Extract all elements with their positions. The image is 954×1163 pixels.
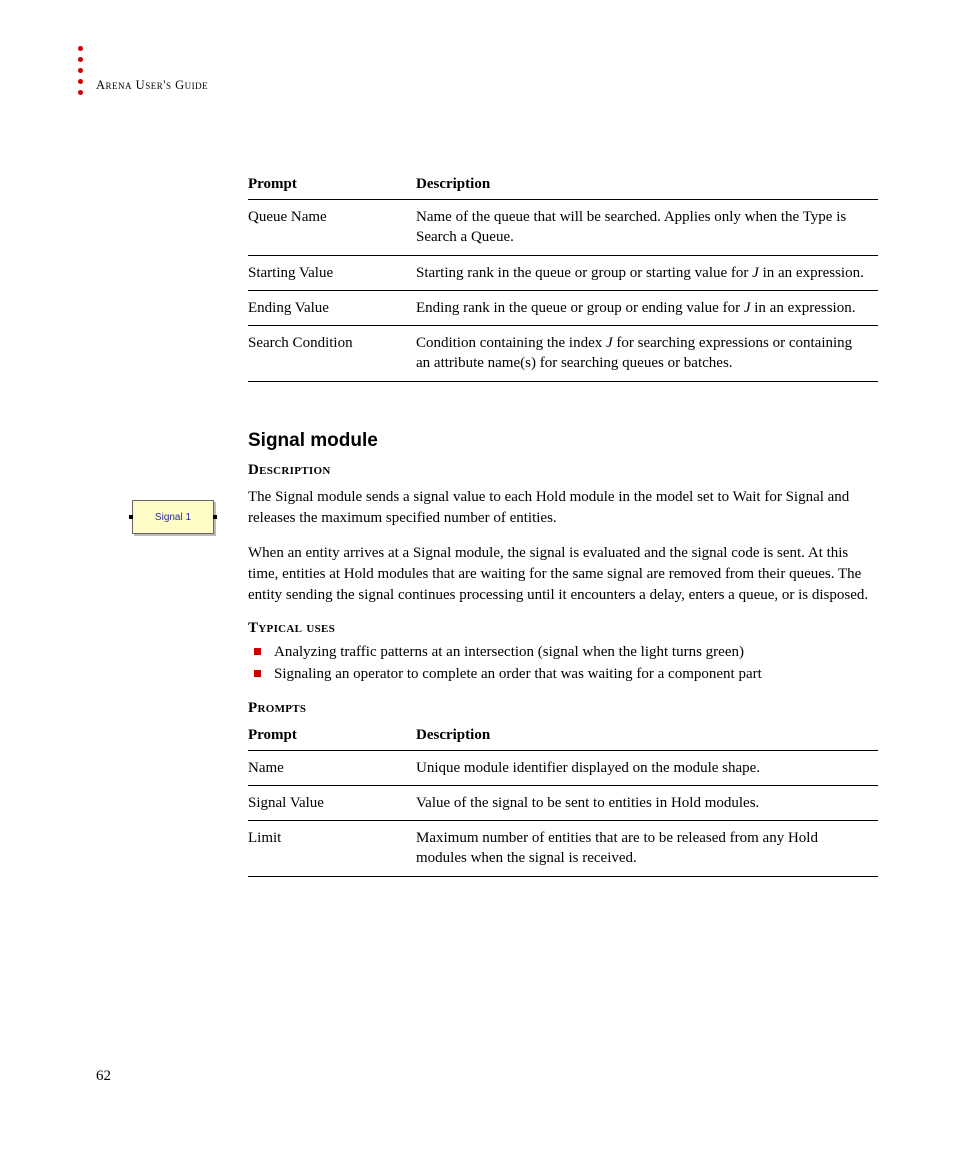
typical-uses-list: Analyzing traffic patterns at an interse… <box>248 641 878 686</box>
prompt-cell: Limit <box>248 821 416 877</box>
description-cell: Starting rank in the queue or group or s… <box>416 255 878 290</box>
table-header-prompt: Prompt <box>248 170 416 200</box>
prompt-cell: Name <box>248 750 416 785</box>
prompts-table-search: Prompt Description Queue Name Name of th… <box>248 170 878 382</box>
section-title-signal-module: Signal module <box>248 430 878 452</box>
signal-module-label: Signal 1 <box>155 512 191 523</box>
table-header-description: Description <box>416 721 878 751</box>
margin-dot <box>78 79 83 84</box>
paragraph-description-2: When an entity arrives at a Signal modul… <box>248 543 878 606</box>
description-cell: Ending rank in the queue or group or end… <box>416 290 878 325</box>
margin-dot <box>78 46 83 51</box>
running-header: Arena User's Guide <box>96 78 208 93</box>
description-cell: Value of the signal to be sent to entiti… <box>416 785 878 820</box>
table-row: Limit Maximum number of entities that ar… <box>248 821 878 877</box>
connection-handle-right <box>213 515 217 519</box>
connection-handle-left <box>129 515 133 519</box>
signal-module-icon: Signal 1 <box>132 500 216 536</box>
description-cell: Condition containing the index J for sea… <box>416 326 878 382</box>
running-header-text: Arena User's Guide <box>96 78 208 92</box>
description-cell: Maximum number of entities that are to b… <box>416 821 878 877</box>
table-row: Starting Value Starting rank in the queu… <box>248 255 878 290</box>
description-cell: Name of the queue that will be searched.… <box>416 200 878 256</box>
page-number: 62 <box>96 1068 111 1085</box>
margin-dots <box>78 46 83 95</box>
margin-dot <box>78 68 83 73</box>
prompt-cell: Queue Name <box>248 200 416 256</box>
table-row: Search Condition Condition containing th… <box>248 326 878 382</box>
list-item: Signaling an operator to complete an ord… <box>248 663 878 686</box>
description-cell: Unique module identifier displayed on th… <box>416 750 878 785</box>
prompts-table-signal: Prompt Description Name Unique module id… <box>248 721 878 877</box>
subheading-description: Description <box>248 462 878 479</box>
subheading-prompts: Prompts <box>248 700 878 717</box>
prompt-cell: Signal Value <box>248 785 416 820</box>
table-header-prompt: Prompt <box>248 721 416 751</box>
prompt-cell: Starting Value <box>248 255 416 290</box>
prompt-cell: Search Condition <box>248 326 416 382</box>
signal-module-shape: Signal 1 <box>132 500 214 534</box>
table-row: Queue Name Name of the queue that will b… <box>248 200 878 256</box>
table-header-description: Description <box>416 170 878 200</box>
table-row: Name Unique module identifier displayed … <box>248 750 878 785</box>
table-row: Ending Value Ending rank in the queue or… <box>248 290 878 325</box>
list-item: Analyzing traffic patterns at an interse… <box>248 641 878 664</box>
paragraph-description-1: The Signal module sends a signal value t… <box>248 487 878 529</box>
margin-dot <box>78 90 83 95</box>
prompt-cell: Ending Value <box>248 290 416 325</box>
subheading-typical-uses: Typical uses <box>248 620 878 637</box>
table-row: Signal Value Value of the signal to be s… <box>248 785 878 820</box>
margin-dot <box>78 57 83 62</box>
